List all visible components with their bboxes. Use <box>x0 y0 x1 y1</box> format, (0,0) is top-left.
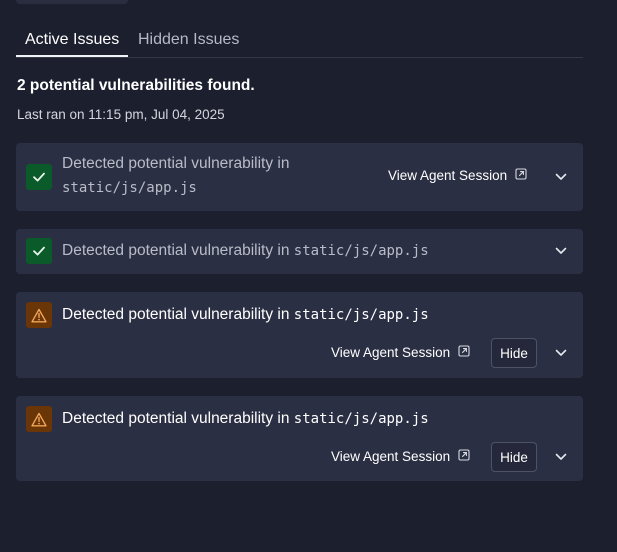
hide-button[interactable]: Hide <box>491 338 537 368</box>
view-agent-session-link[interactable]: View Agent Session <box>331 449 470 464</box>
issue-card: Detected potential vulnerability in stat… <box>16 396 583 481</box>
view-agent-session-label: View Agent Session <box>331 449 451 464</box>
chevron-down-icon[interactable] <box>553 169 569 185</box>
tab-active-issues[interactable]: Active Issues <box>16 24 129 57</box>
chevron-down-icon[interactable] <box>553 243 569 259</box>
issue-text: Detected potential vulnerability in <box>62 306 290 323</box>
chevron-down-icon[interactable] <box>553 449 569 465</box>
issue-text: Detected potential vulnerability in <box>62 155 290 172</box>
issue-title: Detected potential vulnerability in stat… <box>62 407 429 431</box>
issue-file-path: static/js/app.js <box>293 411 429 427</box>
issue-text: Detected potential vulnerability in <box>62 410 290 427</box>
issue-text: Detected potential vulnerability in <box>62 242 290 259</box>
issue-card: Detected potential vulnerability in stat… <box>16 143 583 211</box>
view-agent-session-link[interactable]: View Agent Session <box>331 345 470 360</box>
warning-icon <box>26 302 52 328</box>
view-agent-session-link[interactable]: View Agent Session <box>388 168 527 183</box>
external-link-icon <box>458 345 470 360</box>
tab-hidden-issues[interactable]: Hidden Issues <box>129 24 248 56</box>
issue-title: Detected potential vulnerability in stat… <box>62 303 429 327</box>
check-icon <box>26 164 52 190</box>
issues-tabs: Active Issues Hidden Issues <box>16 24 583 58</box>
issue-card: Detected potential vulnerability in stat… <box>16 229 583 274</box>
external-link-icon <box>515 168 527 183</box>
warning-icon <box>26 406 52 432</box>
vulnerability-summary: 2 potential vulnerabilities found. <box>17 77 255 94</box>
issue-file-path: static/js/app.js <box>293 307 429 323</box>
issue-title: Detected potential vulnerability in stat… <box>62 152 322 200</box>
external-link-icon <box>458 449 470 464</box>
issue-card: Detected potential vulnerability in stat… <box>16 292 583 378</box>
issue-file-path: static/js/app.js <box>62 180 197 196</box>
chevron-down-icon[interactable] <box>553 345 569 361</box>
issue-title: Detected potential vulnerability in stat… <box>62 239 429 263</box>
hide-button[interactable]: Hide <box>491 442 537 472</box>
view-agent-session-label: View Agent Session <box>331 345 451 360</box>
top-control-edge <box>16 0 128 4</box>
view-agent-session-label: View Agent Session <box>388 168 508 183</box>
last-ran-timestamp: Last ran on 11:15 pm, Jul 04, 2025 <box>17 107 225 122</box>
check-icon <box>26 238 52 264</box>
issue-file-path: static/js/app.js <box>293 243 429 259</box>
